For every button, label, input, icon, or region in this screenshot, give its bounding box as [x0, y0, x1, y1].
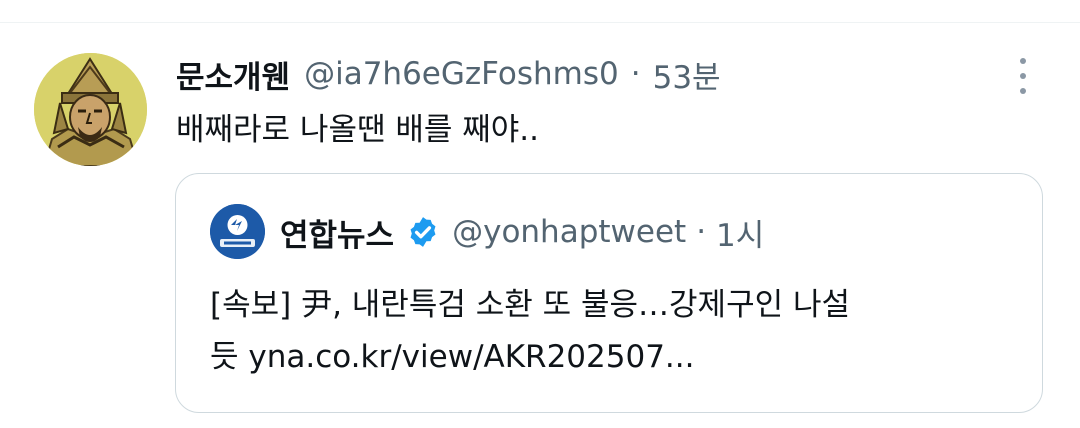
- display-name[interactable]: 문소개웬: [176, 52, 290, 97]
- quote-text: [속보] 尹, 내란특검 소환 또 불응…강제구인 나설 듯 yna.co.kr…: [210, 279, 1030, 383]
- verified-badge-icon: [410, 217, 436, 247]
- user-avatar[interactable]: [34, 53, 147, 166]
- user-handle[interactable]: @ia7h6eGzFoshms0: [304, 56, 619, 92]
- more-vertical-icon: [1020, 73, 1026, 79]
- quote-handle[interactable]: @yonhaptweet: [452, 214, 686, 250]
- yonhap-logo-icon: [210, 204, 265, 259]
- top-divider: [0, 22, 1080, 23]
- tweet-text: 배째라로 나올땐 배를 째야..: [176, 112, 539, 148]
- quote-text-line-1: [속보] 尹, 내란특검 소환 또 불응…강제구인 나설: [210, 287, 851, 323]
- quoted-tweet-card[interactable]: 연합뉴스 @yonhaptweet · 1시 [속보] 尹, 내란특검 소환 또…: [175, 173, 1043, 413]
- quote-separator-dot: ·: [696, 214, 707, 250]
- more-vertical-icon: [1020, 88, 1026, 94]
- quote-text-line-2: 듯 yna.co.kr/view/AKR202507...: [210, 339, 695, 375]
- quote-header: 연합뉴스 @yonhaptweet · 1시: [280, 208, 764, 256]
- quote-timestamp[interactable]: 1시: [716, 210, 764, 255]
- armored-king-portrait-icon: [34, 53, 147, 166]
- timestamp[interactable]: 53분: [653, 52, 721, 97]
- tweet-header: 문소개웬 @ia7h6eGzFoshms0 · 53분: [176, 52, 721, 96]
- separator-dot: ·: [630, 56, 641, 92]
- more-vertical-icon: [1020, 58, 1026, 64]
- quote-display-name[interactable]: 연합뉴스: [280, 210, 394, 255]
- more-options-button[interactable]: [1008, 58, 1038, 94]
- quote-avatar[interactable]: [210, 204, 265, 259]
